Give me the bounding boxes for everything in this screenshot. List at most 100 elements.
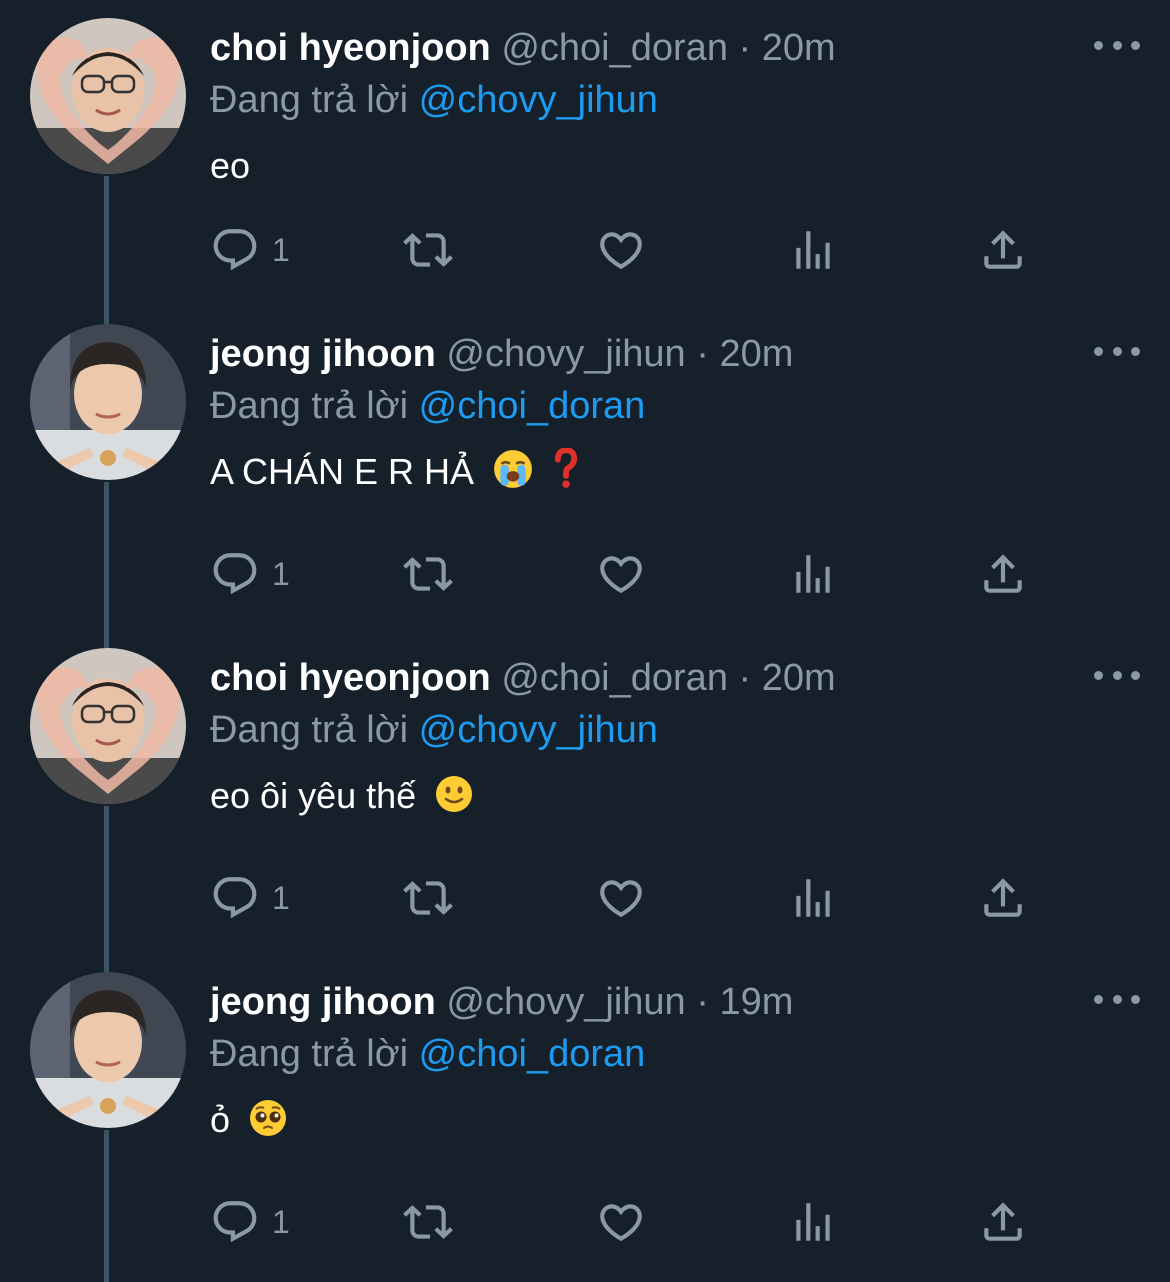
tweet[interactable]: choi hyeonjoon @choi_doran · 20m Đang tr… <box>0 630 1170 930</box>
author-handle[interactable]: @chovy_jihun <box>446 333 685 375</box>
separator-dot: · <box>738 27 752 69</box>
timestamp[interactable]: 19m <box>719 981 793 1023</box>
tweet-text-content: A CHÁN E R HẢ <box>210 451 475 492</box>
reply-count: 1 <box>272 879 290 916</box>
tweet-header: jeong jihoon @chovy_jihun · 19m <box>210 978 1050 1028</box>
tweet[interactable]: choi hyeonjoon @choi_doran · 20m Đang tr… <box>0 0 1170 300</box>
retweet-icon <box>403 881 453 915</box>
reply-icon <box>213 553 257 595</box>
avatar[interactable] <box>30 324 186 480</box>
reply-count: 1 <box>272 555 290 592</box>
mention-link[interactable]: @chovy_jihun <box>419 709 658 751</box>
replying-to-label: Đang trả lời <box>210 1033 409 1075</box>
heart-icon <box>600 232 642 270</box>
tweet-header: jeong jihoon @chovy_jihun · 20m <box>210 330 1050 380</box>
tweet-actions: 1 <box>210 222 1040 278</box>
replying-to-label: Đang trả lời <box>210 385 409 427</box>
timestamp[interactable]: 20m <box>762 657 836 699</box>
tweet-text-content: eo ôi yêu thế <box>210 775 417 816</box>
replying-to-label: Đang trả lời <box>210 79 409 121</box>
more-options-icon[interactable] <box>1094 336 1140 366</box>
reply-count: 1 <box>272 231 290 268</box>
replying-to: Đang trả lời @choi_doran <box>210 382 645 430</box>
tweet-header: choi hyeonjoon @choi_doran · 20m <box>210 24 1050 74</box>
mention-link[interactable]: @chovy_jihun <box>419 79 658 121</box>
tweet-actions: 1 <box>210 870 1040 926</box>
retweet-button[interactable] <box>400 222 456 278</box>
analytics-icon <box>796 1203 830 1241</box>
like-button[interactable] <box>596 222 646 278</box>
share-icon <box>984 878 1022 917</box>
analytics-icon <box>796 555 830 593</box>
tweet-actions: 1 <box>210 546 1040 602</box>
more-options-icon[interactable] <box>1094 660 1140 690</box>
reply-button[interactable]: 1 <box>210 1194 290 1250</box>
views-button[interactable] <box>788 1194 838 1250</box>
author-name[interactable]: choi hyeonjoon <box>210 657 491 699</box>
tweet-text-content: ỏ <box>210 1099 231 1140</box>
reply-icon <box>213 1201 257 1243</box>
tweet-text-content: eo <box>210 145 251 186</box>
author-name[interactable]: jeong jihoon <box>210 981 436 1023</box>
like-button[interactable] <box>596 546 646 602</box>
retweet-icon <box>403 557 453 591</box>
author-handle[interactable]: @chovy_jihun <box>446 981 685 1023</box>
tweet[interactable]: jeong jihoon @chovy_jihun · 20m Đang trả… <box>0 306 1170 606</box>
author-name[interactable]: choi hyeonjoon <box>210 27 491 69</box>
share-button[interactable] <box>978 870 1028 926</box>
replying-to: Đang trả lời @choi_doran <box>210 1030 645 1078</box>
share-button[interactable] <box>978 546 1028 602</box>
mention-link[interactable]: @choi_doran <box>419 385 646 427</box>
tweet-text: A CHÁN E R HẢ <box>210 447 580 502</box>
avatar[interactable] <box>30 648 186 804</box>
reply-button[interactable]: 1 <box>210 870 290 926</box>
retweet-button[interactable] <box>400 546 456 602</box>
more-options-icon[interactable] <box>1094 984 1140 1014</box>
tweet[interactable]: jeong jihoon @chovy_jihun · 19m Đang trả… <box>0 954 1170 1254</box>
share-icon <box>984 230 1022 269</box>
tweet-text: eo ôi yêu thế <box>210 772 474 826</box>
heart-icon <box>600 1204 642 1242</box>
mention-link[interactable]: @choi_doran <box>419 1033 646 1075</box>
retweet-icon <box>403 1205 453 1239</box>
share-icon <box>984 554 1022 593</box>
share-button[interactable] <box>978 222 1028 278</box>
separator-dot: · <box>696 981 709 1023</box>
separator-dot: · <box>738 657 752 699</box>
reply-button[interactable]: 1 <box>210 546 290 602</box>
timestamp[interactable]: 20m <box>762 27 836 69</box>
tweet-text: eo <box>210 142 250 190</box>
pleading-face-icon <box>248 1098 288 1150</box>
tweet-header: choi hyeonjoon @choi_doran · 20m <box>210 654 1050 704</box>
heart-icon <box>600 880 642 918</box>
like-button[interactable] <box>596 1194 646 1250</box>
more-options-icon[interactable] <box>1094 30 1140 60</box>
views-button[interactable] <box>788 870 838 926</box>
avatar[interactable] <box>30 972 186 1128</box>
red-question-mark-icon <box>552 447 580 502</box>
retweet-button[interactable] <box>400 1194 456 1250</box>
share-button[interactable] <box>978 1194 1028 1250</box>
separator-dot: · <box>696 333 709 375</box>
tweet-actions: 1 <box>210 1194 1040 1250</box>
replying-to: Đang trả lời @chovy_jihun <box>210 706 658 754</box>
like-button[interactable] <box>596 870 646 926</box>
retweet-button[interactable] <box>400 870 456 926</box>
conversation-thread: choi hyeonjoon @choi_doran · 20m Đang tr… <box>0 0 1170 1282</box>
author-name[interactable]: jeong jihoon <box>210 333 436 375</box>
retweet-icon <box>403 233 453 267</box>
heart-icon <box>600 556 642 594</box>
avatar[interactable] <box>30 18 186 174</box>
tweet-text: ỏ <box>210 1096 288 1150</box>
reply-icon <box>213 877 257 919</box>
timestamp[interactable]: 20m <box>719 333 793 375</box>
views-button[interactable] <box>788 546 838 602</box>
author-handle[interactable]: @choi_doran <box>501 657 728 699</box>
author-handle[interactable]: @choi_doran <box>501 27 728 69</box>
replying-to-label: Đang trả lời <box>210 709 409 751</box>
views-button[interactable] <box>788 222 838 278</box>
reply-button[interactable]: 1 <box>210 222 290 278</box>
loudly-crying-face-icon <box>492 448 534 502</box>
analytics-icon <box>796 231 830 269</box>
slightly-smiling-face-icon <box>434 774 474 826</box>
